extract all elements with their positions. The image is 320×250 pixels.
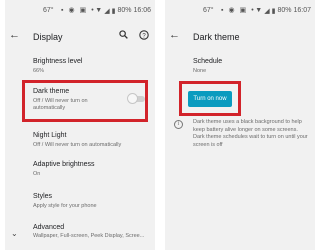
- chevron-down-icon: ⌄: [11, 229, 18, 238]
- display-settings-panel: 67° ▪ ◉ ▣ • ▼ ◢ ▮ 80% 16:06 ← Display ? …: [5, 0, 155, 250]
- wifi-icon: ▼: [255, 7, 263, 14]
- help-icon[interactable]: ?: [139, 30, 149, 42]
- dot-icon: •: [91, 7, 94, 14]
- status-temp: 67°: [203, 7, 214, 14]
- advanced-subtitle: Wallpaper, Full-screen, Peek Display, Sc…: [33, 233, 145, 239]
- status-icons: ▪ ◉ ▣ •: [221, 6, 254, 15]
- status-time: 16:06: [133, 7, 151, 14]
- sim-icon: ▪: [61, 7, 64, 14]
- highlight-box: [22, 80, 148, 122]
- status-bar: 67° ▪ ◉ ▣ • ▼ ◢ ▮ 80% 16:06: [5, 0, 155, 21]
- schedule-title: Schedule: [193, 58, 223, 65]
- page-title: Dark theme: [193, 32, 240, 42]
- battery-icon: ▮: [271, 8, 276, 15]
- battery-percent: 80%: [277, 7, 292, 14]
- app-icon: ▣: [79, 7, 87, 14]
- page-title: Display: [33, 32, 63, 42]
- brightness-title: Brightness level: [33, 58, 83, 65]
- status-icons: ▪ ◉ ▣ •: [61, 6, 94, 15]
- dark-theme-info-text: Dark theme uses a black background to he…: [193, 119, 308, 148]
- battery-icon: ▮: [111, 8, 116, 15]
- status-bar: 67° ▪ ◉ ▣ • ▼ ◢ ▮ 80% 16:07: [165, 0, 315, 21]
- status-time: 16:07: [293, 7, 311, 14]
- styles-subtitle: Apply style for your phone: [33, 203, 97, 209]
- status-temp: 67°: [43, 7, 54, 14]
- adaptive-brightness-title: Adaptive brightness: [33, 161, 95, 168]
- sim-icon: ▪: [221, 7, 224, 14]
- app-bar: ← Dark theme: [165, 26, 315, 48]
- night-light-subtitle: Off / Will never turn on automatically: [33, 142, 122, 148]
- status-right: ▼ ◢ ▮ 80% 16:06: [95, 7, 151, 15]
- battery-percent: 80%: [117, 7, 132, 14]
- app-icon: ▣: [239, 7, 247, 14]
- app-bar: ← Display ?: [5, 26, 155, 48]
- brightness-value: 66%: [33, 68, 45, 74]
- back-arrow-icon[interactable]: ←: [9, 29, 20, 41]
- notification-icon: ◉: [228, 7, 235, 14]
- search-icon[interactable]: [119, 30, 128, 41]
- styles-title: Styles: [33, 193, 53, 200]
- info-icon: i: [174, 120, 183, 129]
- signal-icon: ◢: [264, 8, 270, 15]
- adaptive-brightness-subtitle: On: [33, 171, 41, 177]
- dot-icon: •: [251, 7, 254, 14]
- signal-icon: ◢: [104, 8, 110, 15]
- night-light-title: Night Light: [33, 132, 67, 139]
- status-right: ▼ ◢ ▮ 80% 16:07: [255, 7, 311, 15]
- highlight-box: [179, 81, 241, 116]
- schedule-value: None: [193, 68, 207, 74]
- advanced-title: Advanced: [33, 224, 65, 231]
- back-arrow-icon[interactable]: ←: [169, 29, 180, 41]
- dark-theme-panel: 67° ▪ ◉ ▣ • ▼ ◢ ▮ 80% 16:07 ← Dark theme…: [165, 0, 315, 250]
- notification-icon: ◉: [68, 7, 75, 14]
- wifi-icon: ▼: [95, 7, 103, 14]
